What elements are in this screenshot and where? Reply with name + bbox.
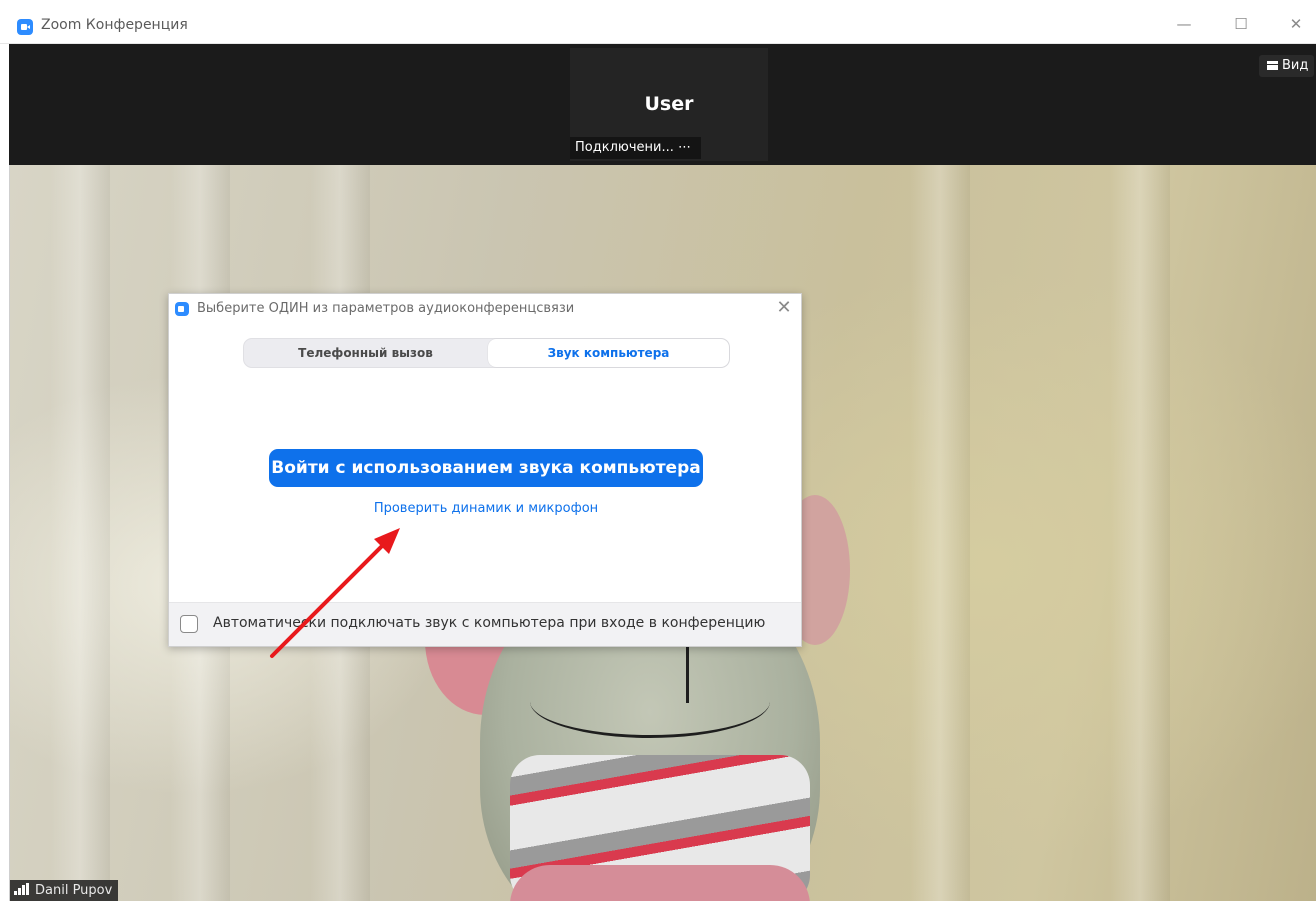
toy-mouth [530,665,770,738]
toy-body [510,865,810,901]
curtain-fold [910,165,970,901]
audio-tabs: Телефонный вызов Звук компьютера [243,338,730,368]
zoom-app-icon [17,19,33,35]
join-computer-audio-button[interactable]: Войти с использованием звука компьютера [269,449,703,487]
curtain-fold [50,165,110,901]
self-name-label: Danil Pupov [35,883,113,898]
gallery-view-icon [1267,61,1278,70]
audio-options-dialog: Выберите ОДИН из параметров аудиоконфере… [168,293,802,647]
auto-join-audio-checkbox[interactable] [180,615,198,633]
minimize-button[interactable]: — [1171,12,1197,36]
view-button-label: Вид [1282,58,1309,73]
curtain-fold [1110,165,1170,901]
window-title: Zoom Конференция [41,17,188,33]
participant-tile[interactable]: User Подключени... ⋯ [570,48,768,161]
auto-join-audio-label[interactable]: Автоматически подключать звук с компьюте… [213,615,765,631]
window-left-edge [0,44,9,901]
test-speaker-mic-link[interactable]: Проверить динамик и микрофон [169,501,803,516]
participant-connecting-status: Подключени... ⋯ [570,137,701,159]
signal-strength-icon [14,883,30,895]
maximize-button[interactable]: ☐ [1228,12,1254,36]
window-titlebar: Zoom Конференция — ☐ ✕ [0,0,1316,44]
tab-phone-call[interactable]: Телефонный вызов [244,339,487,367]
tab-computer-audio[interactable]: Звук компьютера [488,339,729,367]
dialog-title: Выберите ОДИН из параметров аудиоконфере… [197,301,575,316]
self-name-tag: Danil Pupov [10,880,119,901]
view-button[interactable]: Вид [1259,55,1315,77]
zoom-dialog-icon [175,302,189,316]
dialog-close-button[interactable]: ✕ [772,296,796,320]
close-window-button[interactable]: ✕ [1283,12,1309,36]
participant-name: User [644,93,694,115]
test-speaker-mic-label[interactable]: Проверить динамик и микрофон [374,501,598,516]
dialog-footer: Автоматически подключать звук с компьюте… [169,602,801,646]
